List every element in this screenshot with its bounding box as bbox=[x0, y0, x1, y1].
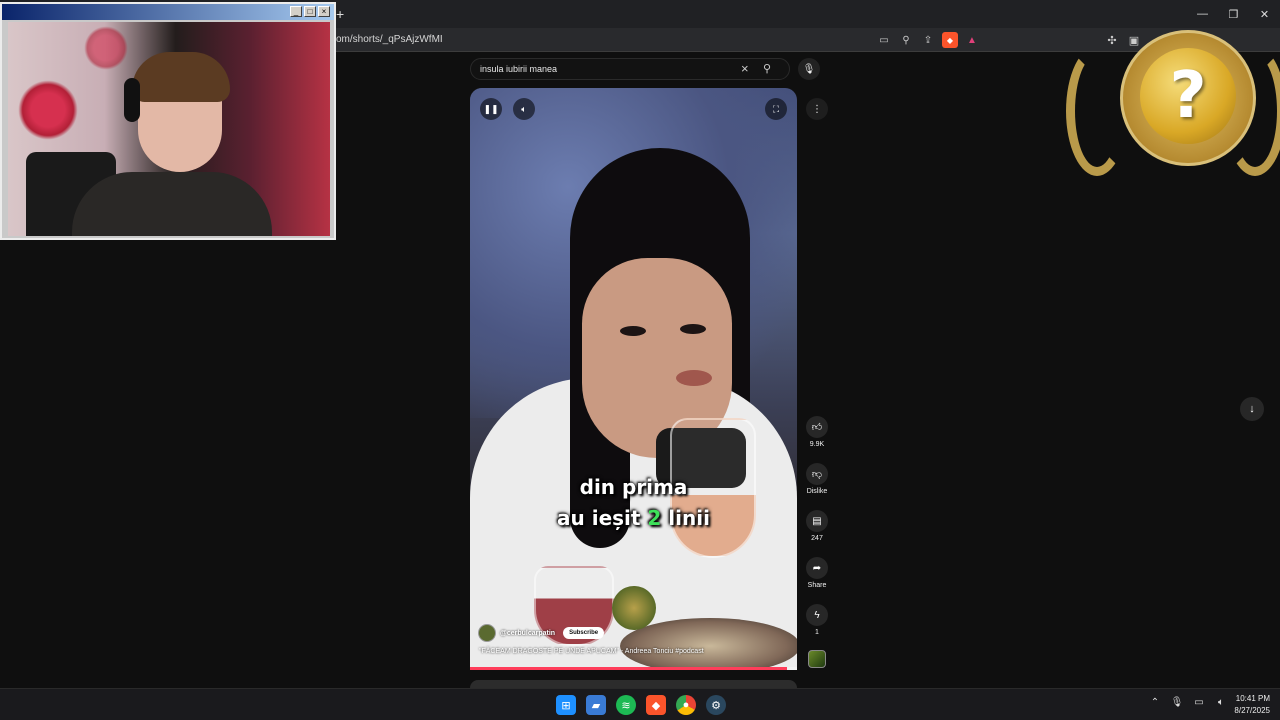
avatar[interactable] bbox=[478, 624, 496, 642]
taskbar-clock[interactable]: 10:41 PM 8/27/2025 bbox=[1226, 693, 1270, 717]
share-action: ➦ Share bbox=[804, 557, 830, 589]
pause-icon[interactable]: ❚❚ bbox=[480, 98, 502, 120]
webcam-overlay-window: _ □ × bbox=[0, 2, 336, 240]
wallpaper-flower bbox=[18, 80, 78, 140]
remix-icon[interactable]: ϟ bbox=[806, 604, 828, 626]
progress-fill bbox=[470, 667, 788, 670]
headset-icon bbox=[124, 78, 140, 122]
network-icon[interactable]: ▭ bbox=[1192, 697, 1206, 708]
like-count: 9.9K bbox=[809, 441, 825, 448]
dislike-label: Dislike bbox=[806, 488, 828, 495]
progress-bar[interactable] bbox=[470, 667, 797, 670]
comment-count: 247 bbox=[811, 535, 823, 542]
zoom-icon[interactable]: ⚲ bbox=[898, 32, 914, 48]
brave-shield-icon[interactable]: ◆ bbox=[942, 32, 958, 48]
caption-text: au ieșit bbox=[557, 506, 648, 530]
spotify-icon[interactable]: ≋ bbox=[616, 695, 636, 715]
windows-start-icon[interactable]: ⊞ bbox=[556, 695, 576, 715]
system-tray: ⌃ 🎙︎ ▭ 🔈︎ bbox=[1148, 697, 1228, 708]
webcam-feed bbox=[8, 22, 330, 236]
chrome-icon[interactable]: ● bbox=[676, 695, 696, 715]
subscribe-button[interactable]: Subscribe bbox=[563, 627, 605, 639]
close-icon[interactable]: × bbox=[318, 6, 330, 17]
caption-text: linii bbox=[661, 506, 710, 530]
brave-browser-icon[interactable]: ◆ bbox=[646, 695, 666, 715]
remix-action: ϟ 1 bbox=[804, 604, 830, 636]
remix-count: 1 bbox=[815, 629, 819, 636]
like-icon[interactable]: 👍︎ bbox=[806, 416, 828, 438]
comment-action: ▤ 247 bbox=[804, 510, 830, 542]
channel-handle[interactable]: @cerbulcarpatin bbox=[500, 630, 555, 637]
share-label: Share bbox=[807, 582, 827, 589]
channel-logo-watermark bbox=[612, 586, 656, 630]
webcam-window-buttons: _ □ × bbox=[290, 6, 330, 17]
share-icon[interactable]: ⇪ bbox=[920, 32, 936, 48]
video-subject-eye bbox=[620, 326, 646, 336]
fullscreen-icon[interactable]: ⛶ bbox=[765, 98, 787, 120]
restore-icon[interactable]: ❐ bbox=[1218, 0, 1249, 28]
file-explorer-icon[interactable]: ▰ bbox=[586, 695, 606, 715]
search-query: insula iubirii manea bbox=[480, 64, 558, 74]
channel-row: @cerbulcarpatin Subscribe bbox=[478, 624, 605, 642]
dislike-action: 👎︎ Dislike bbox=[804, 463, 830, 495]
plus-icon[interactable]: + bbox=[336, 6, 344, 22]
audio-source-thumbnail[interactable] bbox=[808, 650, 826, 668]
microphone-icon[interactable]: 🎙︎ bbox=[1170, 697, 1184, 708]
brave-rewards-icon[interactable]: ▲ bbox=[964, 32, 980, 48]
clock-time: 10:41 PM bbox=[1235, 694, 1270, 703]
comment-icon[interactable]: ▤ bbox=[806, 510, 828, 532]
mystery-badge-overlay: ? bbox=[1064, 28, 1280, 176]
minimize-icon[interactable]: _ bbox=[290, 6, 302, 17]
cast-icon[interactable]: ▭ bbox=[876, 32, 892, 48]
share-icon[interactable]: ➦ bbox=[806, 557, 828, 579]
microphone-icon[interactable]: 🎙︎ bbox=[798, 58, 820, 80]
caption-highlight: 2 bbox=[647, 506, 662, 530]
url-field[interactable]: om/shorts/_qPsAjzWfMI bbox=[336, 34, 443, 45]
video-subject-lips bbox=[676, 370, 712, 386]
window-controls: — ❐ ✕ bbox=[1187, 0, 1280, 28]
wallpaper-flower bbox=[84, 26, 128, 70]
close-icon[interactable]: × bbox=[741, 61, 749, 76]
minimize-icon[interactable]: — bbox=[1187, 0, 1218, 28]
steam-icon[interactable]: ⚙ bbox=[706, 695, 726, 715]
chevron-up-icon[interactable]: ⌃ bbox=[1148, 697, 1162, 708]
search-input[interactable]: insula iubirii manea × ⚲ bbox=[470, 58, 790, 80]
webcam-titlebar: _ □ × bbox=[2, 4, 334, 20]
arrow-down-icon[interactable]: ↓ bbox=[1240, 397, 1264, 421]
person-hair bbox=[132, 52, 230, 102]
maximize-icon[interactable]: □ bbox=[304, 6, 316, 17]
shorts-video-player[interactable]: ❚❚ 🔈︎ ⛶ din prima au ieșit 2 linii @cerb… bbox=[470, 88, 797, 670]
volume-icon[interactable]: 🔈︎ bbox=[513, 98, 535, 120]
taskbar: ⊞ ▰ ≋ ◆ ● ⚙ ⌃ 🎙︎ ▭ 🔈︎ 10:41 PM 8/27/2025 bbox=[0, 688, 1280, 720]
clock-date: 8/27/2025 bbox=[1234, 706, 1270, 715]
video-title[interactable]: "FĂCEAM DRAGOSTE PE UNDE APUCAM" - Andre… bbox=[479, 648, 704, 655]
caption-line-1: din prima bbox=[579, 475, 688, 499]
address-bar-icons: ▭ ⚲ ⇪ ◆ ▲ bbox=[876, 32, 980, 48]
person-body bbox=[72, 172, 272, 236]
video-subject-eye bbox=[680, 324, 706, 334]
like-action: 👍︎ 9.9K bbox=[804, 416, 830, 448]
more-options-icon[interactable]: ⋮ bbox=[806, 98, 828, 120]
close-icon[interactable]: ✕ bbox=[1249, 0, 1280, 28]
caption-line-2: au ieșit 2 linii bbox=[470, 506, 797, 530]
taskbar-apps: ⊞ ▰ ≋ ◆ ● ⚙ bbox=[556, 695, 726, 715]
dislike-icon[interactable]: 👎︎ bbox=[806, 463, 828, 485]
search-icon[interactable]: ⚲ bbox=[763, 62, 771, 75]
question-mark-medal-icon: ? bbox=[1140, 48, 1236, 144]
laurel-left-icon bbox=[1066, 46, 1128, 176]
